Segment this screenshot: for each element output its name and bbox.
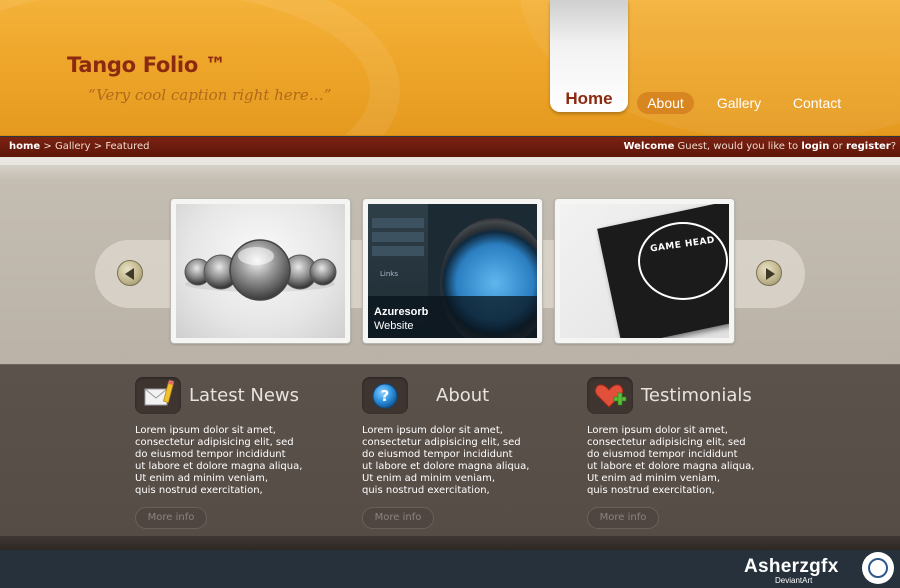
- welcome-or-text: or: [829, 141, 846, 152]
- mock-links-label: Links: [380, 270, 398, 278]
- column-testimonials: Testimonials Lorem ipsum dolor sit amet,…: [587, 377, 787, 537]
- breadcrumb-separator: >: [90, 141, 106, 152]
- thumb-caption-subtitle: Website: [374, 320, 414, 332]
- welcome-guest-text: Guest, would you like to: [674, 141, 802, 152]
- mock-sidebar-bar: [372, 218, 424, 228]
- column-title: About: [436, 385, 490, 406]
- thumb-caption-title: Azuresorb: [374, 306, 429, 318]
- more-info-button[interactable]: More info: [362, 507, 434, 529]
- welcome-message: Welcome Guest, would you like to login o…: [623, 137, 896, 157]
- site-header: Tango Folio ™ “Very cool caption right h…: [0, 0, 900, 136]
- column-about: ? About Lorem ipsum dolor sit amet, cons…: [362, 377, 562, 537]
- footer-divider: [0, 536, 900, 550]
- svg-text:?: ?: [381, 387, 390, 405]
- nav-home-label: Home: [565, 89, 613, 108]
- breadcrumb: home > Gallery > Featured: [9, 137, 149, 157]
- more-info-button[interactable]: More info: [135, 507, 207, 529]
- mock-sidebar-bar: [372, 232, 424, 242]
- content-section: Latest News Lorem ipsum dolor sit amet, …: [0, 364, 900, 550]
- login-link[interactable]: login: [801, 141, 829, 152]
- glossy-orbs-icon: [184, 239, 337, 301]
- mock-sidebar-bar: [372, 246, 424, 256]
- column-body: Lorem ipsum dolor sit amet, consectetur …: [135, 425, 303, 496]
- slider-next-button[interactable]: [756, 260, 782, 286]
- mail-pencil-icon: [135, 377, 181, 414]
- breadcrumb-bar: home > Gallery > Featured Welcome Guest,…: [0, 137, 900, 157]
- nav-home-tab[interactable]: Home: [550, 0, 628, 112]
- site-caption: “Very cool caption right here…”: [88, 86, 332, 104]
- breadcrumb-separator: >: [40, 141, 55, 152]
- question-icon: ?: [362, 377, 408, 414]
- register-link[interactable]: register: [846, 141, 891, 152]
- showcase-image-azuresorb: Links Azuresorb Website: [368, 204, 537, 338]
- showcase-thumb-1[interactable]: [170, 198, 351, 344]
- watermark-name: Asherzgfx: [744, 556, 839, 577]
- nav-gallery-link[interactable]: Gallery: [709, 92, 769, 114]
- showcase-thumb-3[interactable]: GAME HEAD: [554, 198, 735, 344]
- heart-plus-icon: [587, 377, 633, 414]
- breadcrumb-gallery-link[interactable]: Gallery: [55, 141, 91, 152]
- column-body: Lorem ipsum dolor sit amet, consectetur …: [362, 425, 530, 496]
- arrow-right-icon: [766, 268, 775, 280]
- column-title: Testimonials: [641, 385, 752, 406]
- slider-prev-button[interactable]: [117, 260, 143, 286]
- column-body: Lorem ipsum dolor sit amet, consectetur …: [587, 425, 755, 496]
- nav-about-link[interactable]: About: [637, 92, 694, 114]
- headphones-head-graphic: [638, 222, 728, 300]
- featured-showcase: Links Azuresorb Website GAME HEAD: [0, 157, 900, 364]
- site-logo-title[interactable]: Tango Folio ™: [67, 53, 226, 77]
- welcome-question-mark: ?: [890, 141, 896, 152]
- column-title: Latest News: [189, 385, 299, 406]
- breadcrumb-home-link[interactable]: home: [9, 141, 40, 152]
- arrow-left-icon: [125, 268, 134, 280]
- nav-contact-link[interactable]: Contact: [785, 92, 849, 114]
- column-latest-news: Latest News Lorem ipsum dolor sit amet, …: [135, 377, 335, 537]
- watermark-subtext: DeviantArt: [775, 576, 813, 585]
- welcome-label: Welcome: [623, 141, 675, 152]
- breadcrumb-current: Featured: [105, 141, 150, 152]
- showcase-image-orbs: [176, 204, 345, 338]
- showcase-image-gamehead: GAME HEAD: [560, 204, 729, 338]
- watermark-logo-icon: [862, 552, 894, 584]
- more-info-button[interactable]: More info: [587, 507, 659, 529]
- showcase-thumb-2[interactable]: Links Azuresorb Website: [362, 198, 543, 344]
